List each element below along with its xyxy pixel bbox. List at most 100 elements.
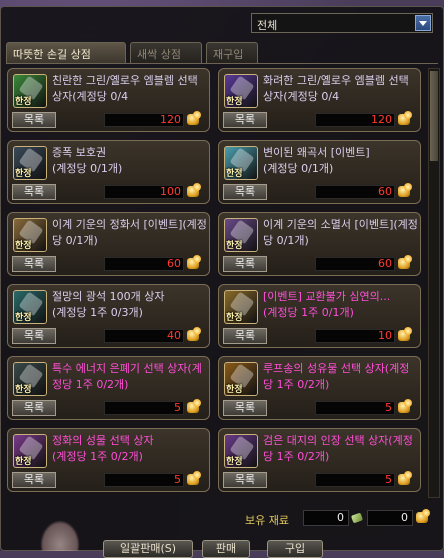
bulk-sell-label: 일괄판매(S) — [119, 542, 177, 555]
shop-item-card[interactable]: 한정 변이된 왜곡서 [이벤트] (계정당 0/1개) 목록 60 — [218, 140, 421, 204]
list-button[interactable]: 목록 — [12, 400, 56, 416]
currency-icon — [396, 111, 414, 127]
item-name: 특수 에너지 은폐기 선택 상자(계정당 1주 0/2개) — [52, 362, 202, 391]
limited-tag: 한정 — [15, 313, 32, 323]
list-button[interactable]: 목록 — [223, 328, 267, 344]
limited-tag: 한정 — [15, 457, 32, 467]
price-box — [315, 473, 395, 487]
shop-item-card[interactable]: 한정 이계 기운의 정화서 [이벤트](계정당 0/1개) 목록 60 — [7, 212, 210, 276]
currency-icon — [185, 111, 203, 127]
item-name: [이벤트] 교환불가 심연의... (계정당 1주 0/1개) — [263, 290, 391, 319]
shop-item-card[interactable]: 한정 루프송의 성유물 선택 상자(계정당 1주 0/2개) 목록 5 — [218, 356, 421, 420]
tab-label: 따뜻한 손길 상점 — [13, 48, 91, 61]
emblem-box-icon[interactable]: 한정 — [224, 74, 258, 108]
category-filter-dropdown[interactable]: 전체 — [251, 13, 433, 33]
shop-item-card[interactable]: 한정 특수 에너지 은폐기 선택 상자(계정당 1주 0/2개) 목록 5 — [7, 356, 210, 420]
buy-button[interactable]: 구입 — [267, 540, 323, 558]
list-button[interactable]: 목록 — [223, 256, 267, 272]
list-button[interactable]: 목록 — [12, 184, 56, 200]
material-1-value: 0 — [337, 511, 344, 524]
list-button[interactable]: 목록 — [223, 112, 267, 128]
sell-button[interactable]: 판매 — [202, 540, 250, 558]
item-price: 120 — [371, 113, 392, 126]
item-price: 100 — [160, 185, 181, 198]
list-button[interactable]: 목록 — [12, 112, 56, 128]
item-name: 변이된 왜곡서 [이벤트] (계정당 0/1개) — [263, 146, 370, 175]
shop-item-card[interactable]: 한정 친란한 그린/옐로우 엠블렘 선택 상자(계정당 0/4 목록 120 — [7, 68, 210, 132]
shop-item-card[interactable]: 한정 검은 대지의 인장 선택 상자(계정당 1주 0/2개) 목록 5 — [218, 428, 421, 492]
shop-item-card[interactable]: 한정 정화의 성물 선택 상자 (계정당 1주 0/2개) 목록 5 — [7, 428, 210, 492]
relic-box-icon[interactable]: 한정 — [224, 362, 258, 396]
item-price: 5 — [174, 473, 181, 486]
owned-materials-label: 보유 재료 — [245, 514, 289, 527]
list-button[interactable]: 목록 — [12, 472, 56, 488]
tab-rebuy[interactable]: 재구입 — [206, 42, 258, 64]
material-2-value: 0 — [401, 511, 408, 524]
chevron-down-icon[interactable] — [415, 15, 431, 31]
item-price: 5 — [385, 473, 392, 486]
shop-item-card[interactable]: 한정 증폭 보호권 (계정당 0/1개) 목록 100 — [7, 140, 210, 204]
price-box — [104, 401, 184, 415]
limited-tag: 한정 — [226, 169, 243, 179]
item-name: 이계 기운의 정화서 [이벤트](계정당 0/1개) — [52, 218, 207, 247]
currency-icon — [185, 471, 203, 487]
emblem-box-icon[interactable]: 한정 — [13, 74, 47, 108]
item-name: 증폭 보호권 (계정당 0/1개) — [52, 146, 123, 175]
item-price: 60 — [378, 185, 392, 198]
item-price: 5 — [174, 401, 181, 414]
shop-item-card[interactable]: 한정 화려한 그린/옐로우 엠블렘 선택 상자(계정당 0/4 목록 120 — [218, 68, 421, 132]
category-filter-value: 전체 — [257, 19, 278, 32]
currency-icon — [185, 399, 203, 415]
limited-tag: 한정 — [226, 97, 243, 107]
limited-tag: 한정 — [226, 457, 243, 467]
tab-sprout-shop[interactable]: 새싹 상점 — [130, 42, 202, 64]
price-box — [315, 401, 395, 415]
list-button[interactable]: 목록 — [223, 184, 267, 200]
device-box-icon[interactable]: 한정 — [13, 362, 47, 396]
limited-tag: 한정 — [15, 385, 32, 395]
item-name: 화려한 그린/옐로우 엠블렘 선택 상자(계정당 0/4 — [263, 74, 413, 103]
chest-icon[interactable]: 한정 — [224, 290, 258, 324]
sell-label: 판매 — [215, 542, 237, 555]
buy-label: 구입 — [284, 542, 306, 555]
list-button[interactable]: 목록 — [223, 472, 267, 488]
material-1-count: 0 — [303, 510, 349, 526]
item-price: 10 — [378, 329, 392, 342]
currency-icon — [396, 471, 414, 487]
limited-tag: 한정 — [226, 241, 243, 251]
character-sprite — [40, 520, 80, 551]
list-button[interactable]: 목록 — [12, 328, 56, 344]
item-name: 이계 기운의 소멸서 [이벤트](계정당 0/1개) — [263, 218, 418, 247]
list-button[interactable]: 목록 — [12, 256, 56, 272]
list-button[interactable]: 목록 — [223, 400, 267, 416]
scrollbar-thumb[interactable] — [430, 71, 438, 161]
bulk-sell-button[interactable]: 일괄판매(S) — [103, 540, 193, 558]
currency-icon — [396, 255, 414, 271]
material-2-icon — [414, 509, 432, 525]
shop-item-card[interactable]: 한정 [이벤트] 교환불가 심연의... (계정당 1주 0/1개) 목록 10 — [218, 284, 421, 348]
item-name: 절망의 광석 100개 상자 (계정당 1주 0/3개) — [52, 290, 165, 319]
item-name: 검은 대지의 인장 선택 상자(계정당 1주 0/2개) — [263, 434, 413, 463]
limited-tag: 한정 — [226, 313, 243, 323]
limited-tag: 한정 — [15, 97, 32, 107]
item-price: 40 — [167, 329, 181, 342]
relic-box-icon[interactable]: 한정 — [13, 434, 47, 468]
seal-box-icon[interactable]: 한정 — [224, 434, 258, 468]
tab-warm-hand-shop[interactable]: 따뜻한 손길 상점 — [6, 42, 126, 64]
item-price: 60 — [378, 257, 392, 270]
item-name: 친란한 그린/옐로우 엠블렘 선택 상자(계정당 0/4 — [52, 74, 202, 103]
currency-icon — [396, 399, 414, 415]
scroll-icon[interactable]: 한정 — [13, 218, 47, 252]
ore-box-icon[interactable]: 한정 — [13, 290, 47, 324]
shop-item-card[interactable]: 한정 절망의 광석 100개 상자 (계정당 1주 0/3개) 목록 40 — [7, 284, 210, 348]
limited-tag: 한정 — [15, 241, 32, 251]
material-1-icon — [350, 512, 364, 524]
scroll-icon[interactable]: 한정 — [224, 218, 258, 252]
price-box — [104, 473, 184, 487]
scroll-icon[interactable]: 한정 — [224, 146, 258, 180]
shop-item-card[interactable]: 한정 이계 기운의 소멸서 [이벤트](계정당 0/1개) 목록 60 — [218, 212, 421, 276]
item-list-scrollbar[interactable] — [428, 68, 440, 498]
hammer-icon[interactable]: 한정 — [13, 146, 47, 180]
currency-icon — [185, 183, 203, 199]
item-price: 120 — [160, 113, 181, 126]
